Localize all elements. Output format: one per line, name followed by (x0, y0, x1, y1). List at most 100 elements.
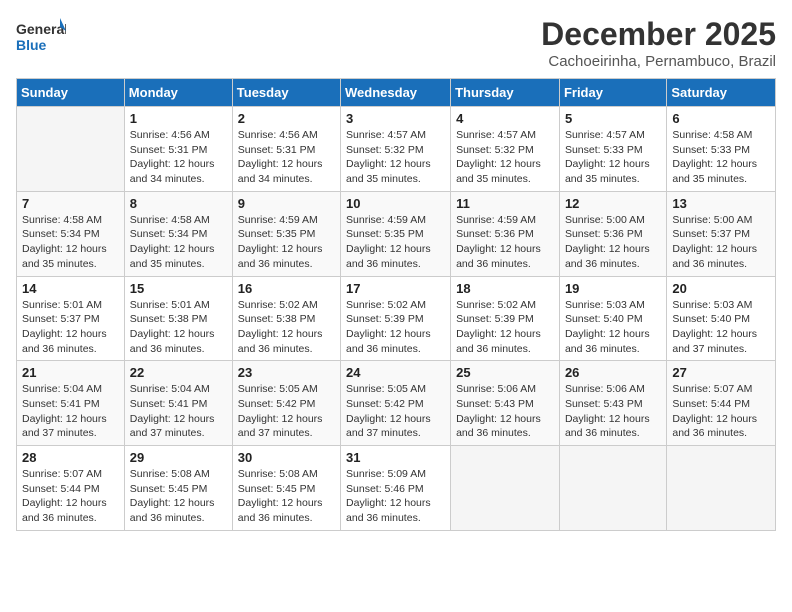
calendar-cell: 31 Sunrise: 5:09 AM Sunset: 5:46 PM Dayli… (341, 446, 451, 531)
calendar-cell (451, 446, 560, 531)
day-info: Sunrise: 5:04 AM Sunset: 5:41 PM Dayligh… (22, 382, 119, 441)
calendar-cell: 4 Sunrise: 4:57 AM Sunset: 5:32 PM Daylig… (451, 107, 560, 192)
calendar-cell: 17 Sunrise: 5:02 AM Sunset: 5:39 PM Dayli… (341, 276, 451, 361)
day-info: Sunrise: 5:09 AM Sunset: 5:46 PM Dayligh… (346, 467, 445, 526)
week-row-3: 14Sunrise: 5:01 AM Sunset: 5:37 PM Dayli… (17, 276, 776, 361)
day-number: 29 (130, 450, 227, 465)
svg-text:General: General (16, 21, 66, 37)
calendar-cell: 8 Sunrise: 4:58 AM Sunset: 5:34 PM Daylig… (124, 191, 232, 276)
day-number: 27 (672, 365, 770, 380)
calendar-cell: 15 Sunrise: 5:01 AM Sunset: 5:38 PM Dayli… (124, 276, 232, 361)
col-header-thursday: Thursday (451, 79, 560, 107)
day-info: Sunrise: 5:02 AM Sunset: 5:38 PM Dayligh… (238, 298, 335, 357)
day-number: 8 (130, 196, 227, 211)
day-info: Sunrise: 5:06 AM Sunset: 5:43 PM Dayligh… (565, 382, 661, 441)
day-info: Sunrise: 5:08 AM Sunset: 5:45 PM Dayligh… (130, 467, 227, 526)
day-number: 17 (346, 281, 445, 296)
week-row-2: 7 Sunrise: 4:58 AM Sunset: 5:34 PM Daylig… (17, 191, 776, 276)
day-number: 24 (346, 365, 445, 380)
col-header-saturday: Saturday (667, 79, 776, 107)
calendar-cell: 7 Sunrise: 4:58 AM Sunset: 5:34 PM Daylig… (17, 191, 125, 276)
title-block: December 2025 Cachoeirinha, Pernambuco, … (541, 16, 776, 70)
day-number: 15 (130, 281, 227, 296)
week-row-4: 21Sunrise: 5:04 AM Sunset: 5:41 PM Dayli… (17, 361, 776, 446)
day-info: Sunrise: 4:57 AM Sunset: 5:32 PM Dayligh… (456, 128, 554, 187)
calendar-cell: 12 Sunrise: 5:00 AM Sunset: 5:36 PM Dayli… (559, 191, 666, 276)
day-info: Sunrise: 5:07 AM Sunset: 5:44 PM Dayligh… (22, 467, 119, 526)
calendar-cell (667, 446, 776, 531)
day-info: Sunrise: 5:01 AM Sunset: 5:37 PM Dayligh… (22, 298, 119, 357)
day-number: 23 (238, 365, 335, 380)
day-info: Sunrise: 4:58 AM Sunset: 5:34 PM Dayligh… (22, 213, 119, 272)
day-info: Sunrise: 4:59 AM Sunset: 5:35 PM Dayligh… (346, 213, 445, 272)
calendar-cell: 27 Sunrise: 5:07 AM Sunset: 5:44 PM Dayli… (667, 361, 776, 446)
day-info: Sunrise: 5:05 AM Sunset: 5:42 PM Dayligh… (346, 382, 445, 441)
day-number: 3 (346, 111, 445, 126)
day-info: Sunrise: 4:57 AM Sunset: 5:32 PM Dayligh… (346, 128, 445, 187)
day-info: Sunrise: 5:02 AM Sunset: 5:39 PM Dayligh… (346, 298, 445, 357)
day-info: Sunrise: 5:00 AM Sunset: 5:36 PM Dayligh… (565, 213, 661, 272)
calendar-cell: 10Sunrise: 4:59 AM Sunset: 5:35 PM Dayli… (341, 191, 451, 276)
col-header-wednesday: Wednesday (341, 79, 451, 107)
col-header-sunday: Sunday (17, 79, 125, 107)
calendar-cell: 5Sunrise: 4:57 AM Sunset: 5:33 PM Daylig… (559, 107, 666, 192)
day-number: 11 (456, 196, 554, 211)
day-info: Sunrise: 5:03 AM Sunset: 5:40 PM Dayligh… (672, 298, 770, 357)
day-info: Sunrise: 4:58 AM Sunset: 5:34 PM Dayligh… (130, 213, 227, 272)
day-number: 28 (22, 450, 119, 465)
logo: General Blue (16, 16, 66, 61)
calendar-cell (17, 107, 125, 192)
calendar-cell: 23 Sunrise: 5:05 AM Sunset: 5:42 PM Dayli… (232, 361, 340, 446)
location-subtitle: Cachoeirinha, Pernambuco, Brazil (541, 53, 776, 70)
calendar-cell: 28 Sunrise: 5:07 AM Sunset: 5:44 PM Dayli… (17, 446, 125, 531)
week-row-1: 1Sunrise: 4:56 AM Sunset: 5:31 PM Daylig… (17, 107, 776, 192)
calendar-cell: 16 Sunrise: 5:02 AM Sunset: 5:38 PM Dayli… (232, 276, 340, 361)
calendar-cell: 3 Sunrise: 4:57 AM Sunset: 5:32 PM Daylig… (341, 107, 451, 192)
logo-svg: General Blue (16, 16, 66, 61)
day-info: Sunrise: 5:08 AM Sunset: 5:45 PM Dayligh… (238, 467, 335, 526)
day-number: 9 (238, 196, 335, 211)
day-number: 4 (456, 111, 554, 126)
calendar-cell: 25 Sunrise: 5:06 AM Sunset: 5:43 PM Dayli… (451, 361, 560, 446)
svg-text:Blue: Blue (16, 37, 47, 53)
day-number: 7 (22, 196, 119, 211)
day-info: Sunrise: 5:05 AM Sunset: 5:42 PM Dayligh… (238, 382, 335, 441)
day-number: 6 (672, 111, 770, 126)
day-number: 16 (238, 281, 335, 296)
calendar-cell: 9 Sunrise: 4:59 AM Sunset: 5:35 PM Daylig… (232, 191, 340, 276)
day-info: Sunrise: 5:06 AM Sunset: 5:43 PM Dayligh… (456, 382, 554, 441)
col-header-tuesday: Tuesday (232, 79, 340, 107)
day-info: Sunrise: 5:07 AM Sunset: 5:44 PM Dayligh… (672, 382, 770, 441)
day-info: Sunrise: 5:04 AM Sunset: 5:41 PM Dayligh… (130, 382, 227, 441)
day-number: 31 (346, 450, 445, 465)
day-info: Sunrise: 5:02 AM Sunset: 5:39 PM Dayligh… (456, 298, 554, 357)
calendar-cell: 24 Sunrise: 5:05 AM Sunset: 5:42 PM Dayli… (341, 361, 451, 446)
month-title: December 2025 (541, 16, 776, 53)
day-number: 25 (456, 365, 554, 380)
day-number: 13 (672, 196, 770, 211)
day-info: Sunrise: 4:57 AM Sunset: 5:33 PM Dayligh… (565, 128, 661, 187)
day-number: 20 (672, 281, 770, 296)
day-number: 18 (456, 281, 554, 296)
calendar-cell: 26Sunrise: 5:06 AM Sunset: 5:43 PM Dayli… (559, 361, 666, 446)
calendar-cell (559, 446, 666, 531)
calendar-cell: 29 Sunrise: 5:08 AM Sunset: 5:45 PM Dayli… (124, 446, 232, 531)
calendar-cell: 20 Sunrise: 5:03 AM Sunset: 5:40 PM Dayli… (667, 276, 776, 361)
day-number: 30 (238, 450, 335, 465)
day-info: Sunrise: 4:56 AM Sunset: 5:31 PM Dayligh… (130, 128, 227, 187)
calendar-cell: 19Sunrise: 5:03 AM Sunset: 5:40 PM Dayli… (559, 276, 666, 361)
col-header-friday: Friday (559, 79, 666, 107)
calendar-cell: 2Sunrise: 4:56 AM Sunset: 5:31 PM Daylig… (232, 107, 340, 192)
calendar-cell: 18 Sunrise: 5:02 AM Sunset: 5:39 PM Dayli… (451, 276, 560, 361)
calendar-cell: 11Sunrise: 4:59 AM Sunset: 5:36 PM Dayli… (451, 191, 560, 276)
day-info: Sunrise: 4:56 AM Sunset: 5:31 PM Dayligh… (238, 128, 335, 187)
day-info: Sunrise: 4:58 AM Sunset: 5:33 PM Dayligh… (672, 128, 770, 187)
day-info: Sunrise: 5:00 AM Sunset: 5:37 PM Dayligh… (672, 213, 770, 272)
page-header: General Blue December 2025 Cachoeirinha,… (16, 16, 776, 70)
day-info: Sunrise: 5:01 AM Sunset: 5:38 PM Dayligh… (130, 298, 227, 357)
day-info: Sunrise: 4:59 AM Sunset: 5:35 PM Dayligh… (238, 213, 335, 272)
calendar-cell: 14Sunrise: 5:01 AM Sunset: 5:37 PM Dayli… (17, 276, 125, 361)
day-number: 12 (565, 196, 661, 211)
day-number: 22 (130, 365, 227, 380)
calendar-cell: 13 Sunrise: 5:00 AM Sunset: 5:37 PM Dayli… (667, 191, 776, 276)
